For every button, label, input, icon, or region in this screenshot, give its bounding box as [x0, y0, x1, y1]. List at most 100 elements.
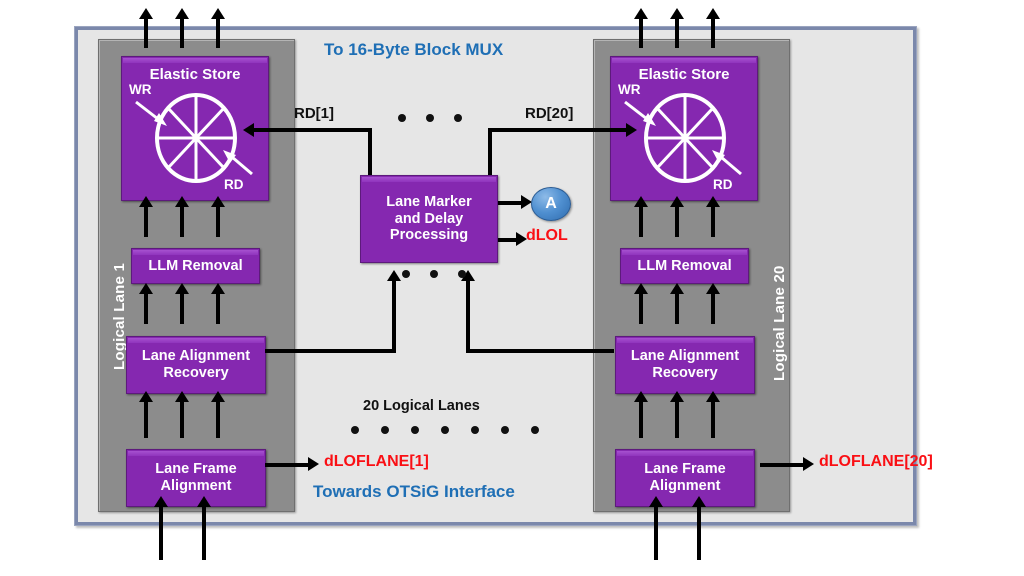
arrowhead-lfa20-to-lar20: [670, 391, 684, 402]
arrowhead-lar1-to-llm1: [175, 283, 189, 294]
arrowhead-lar1-to-llm1: [139, 283, 153, 294]
lfa-label-1: Lane Frame: [644, 461, 726, 478]
wire-lfa20-to-lar20: [639, 400, 643, 438]
ellipsis-dot: [381, 426, 389, 434]
wire-es20-out: [639, 16, 643, 48]
ellipsis-dot: [351, 426, 359, 434]
arrowhead-es20-out: [706, 8, 720, 19]
arrowhead-lfa20-to-lar20: [634, 391, 648, 402]
block-lane-alignment-recovery-lane1[interactable]: Lane Alignment Recovery: [126, 336, 266, 394]
arrowhead-lfa1-to-lar1: [175, 391, 189, 402]
rd-arrow-icon: [223, 150, 253, 176]
wire-lar20-to-llm20: [675, 292, 679, 324]
wire-llm20-to-es20: [711, 205, 715, 237]
rd1-wire-label: RD[1]: [294, 105, 334, 122]
arrowhead-llm1-to-es1: [175, 196, 189, 207]
arrowhead-dloflane1: [308, 457, 319, 471]
arrowhead-llm1-to-es1: [139, 196, 153, 207]
wire-llm20-to-es20: [675, 205, 679, 237]
wire-in-to-lfa1: [202, 505, 206, 560]
arrowhead-lar20-to-llm20: [670, 283, 684, 294]
ellipsis-dot: [454, 114, 462, 122]
arrowhead-lfa1-to-lar1: [211, 391, 225, 402]
block-lane-frame-alignment-lane1[interactable]: Lane Frame Alignment: [126, 449, 266, 507]
wire-lar20-to-marker-v: [466, 281, 470, 351]
block-lane-marker-delay-processing[interactable]: Lane Marker and Delay Processing: [360, 175, 498, 263]
lane-label-right: Logical Lane 20: [771, 265, 788, 381]
lfa-label-2: Alignment: [649, 478, 721, 494]
dloflane1-label: dLOFLANE[1]: [324, 453, 429, 470]
elastic-store-title: Elastic Store: [149, 66, 241, 83]
ellipsis-dot: [430, 270, 438, 278]
wire-llm1-to-es1: [216, 205, 220, 237]
wr-label-lane1: WR: [129, 82, 152, 97]
arrowhead-lfa1-to-lar1: [139, 391, 153, 402]
logical-lane-1-container: Logical Lane 1 Elastic Store WR RD LLM R…: [98, 39, 295, 512]
marker-label-2: and Delay: [394, 210, 464, 227]
ellipsis-dot: [426, 114, 434, 122]
arrowhead-rd1: [243, 123, 254, 137]
block-lane-alignment-recovery-lane20[interactable]: Lane Alignment Recovery: [615, 336, 755, 394]
wire-es1-out: [180, 16, 184, 48]
llm-removal-label: LLM Removal: [148, 257, 243, 274]
arrowhead-dloflane20: [803, 457, 814, 471]
arrowhead-llm20-to-es20: [634, 196, 648, 207]
marker-label-1: Lane Marker: [386, 193, 472, 210]
lar-label-2: Recovery: [652, 365, 718, 381]
ellipsis-dot: [471, 426, 479, 434]
wire-in-to-lfa1: [159, 505, 163, 560]
arrowhead-llm20-to-es20: [706, 196, 720, 207]
dloflane20-label: dLOFLANE[20]: [819, 453, 933, 470]
wire-lfa1-to-lar1: [180, 400, 184, 438]
arrowhead-es1-out: [211, 8, 225, 19]
wire-lfa20-to-lar20: [675, 400, 679, 438]
ellipsis-dot: [398, 114, 406, 122]
block-llm-removal-lane20[interactable]: LLM Removal: [620, 248, 749, 284]
arrowhead-llm1-to-es1: [211, 196, 225, 207]
arrowhead-lar20-to-llm20: [706, 283, 720, 294]
lar-label-2: Recovery: [163, 365, 229, 381]
wire-llm1-to-es1: [180, 205, 184, 237]
wire-es1-out: [144, 16, 148, 48]
arrowhead-in-to-lfa20: [692, 496, 706, 507]
wire-es20-out: [675, 16, 679, 48]
wire-es20-out: [711, 16, 715, 48]
lfa-label-2: Alignment: [160, 478, 232, 494]
arrowhead-rd20: [626, 123, 637, 137]
lar-label-1: Lane Alignment: [141, 348, 251, 365]
block-lane-frame-alignment-lane20[interactable]: Lane Frame Alignment: [615, 449, 755, 507]
bottom-caption: Towards OTSiG Interface: [313, 482, 515, 501]
rd-label-lane1: RD: [224, 177, 244, 192]
arrowhead-llm20-to-es20: [670, 196, 684, 207]
wire-lar1-to-marker-h: [265, 349, 396, 353]
arrowhead-lar1-to-llm1: [211, 283, 225, 294]
wire-lar1-to-marker-v: [392, 281, 396, 351]
wire-es1-out: [216, 16, 220, 48]
rd-arrow-icon: [712, 150, 742, 176]
ellipsis-dot: [441, 426, 449, 434]
block-llm-removal-lane1[interactable]: LLM Removal: [131, 248, 260, 284]
wire-in-to-lfa20: [697, 505, 701, 560]
ellipsis-dot: [531, 426, 539, 434]
wire-llm20-to-es20: [639, 205, 643, 237]
arrowhead-es20-out: [634, 8, 648, 19]
elastic-store-title: Elastic Store: [638, 66, 730, 83]
arrowhead-es1-out: [175, 8, 189, 19]
arrowhead-in-to-lfa1: [154, 496, 168, 507]
lar-label-1: Lane Alignment: [630, 348, 740, 365]
diagram-canvas: To 16-Byte Block MUX Towards OTSiG Inter…: [74, 26, 933, 526]
wr-arrow-icon: [135, 100, 167, 126]
logical-lane-20-container: Logical Lane 20 Elastic Store WR RD LLM …: [593, 39, 790, 512]
wire-lar20-to-marker-h: [466, 349, 614, 353]
arrowhead-lfa20-to-lar20: [706, 391, 720, 402]
wire-dloflane20: [760, 463, 807, 467]
arrowhead-es20-out: [670, 8, 684, 19]
alarm-node-a[interactable]: A: [531, 187, 571, 221]
arrowhead-in-to-lfa20: [649, 496, 663, 507]
ellipsis-dot: [402, 270, 410, 278]
arrowhead-es1-out: [139, 8, 153, 19]
wire-rd1-vertical: [368, 128, 372, 177]
llm-removal-label: LLM Removal: [637, 257, 732, 274]
wr-label-lane20: WR: [618, 82, 641, 97]
ellipsis-dot: [458, 270, 466, 278]
